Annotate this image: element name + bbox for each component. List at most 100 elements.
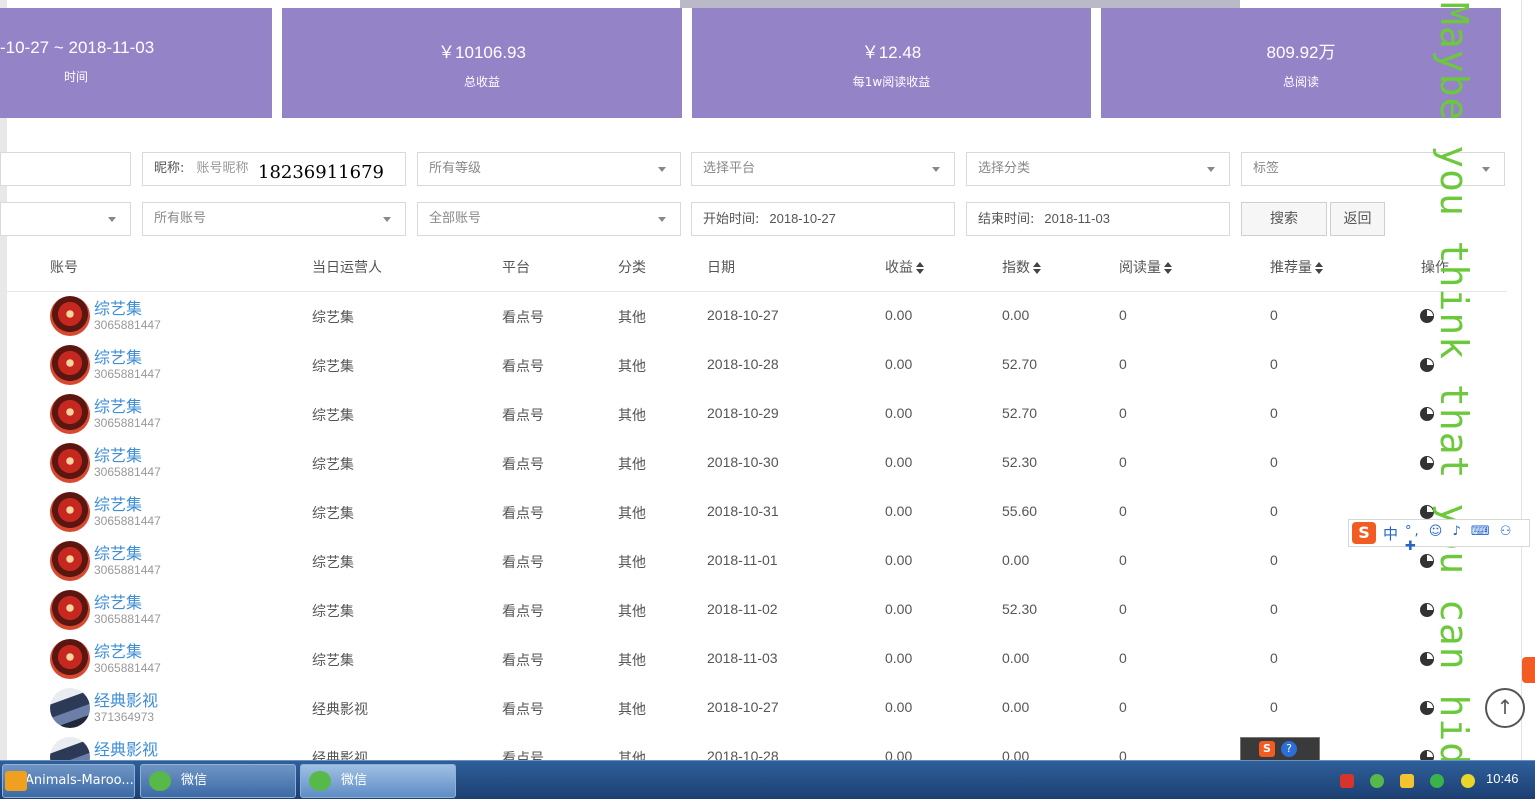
cell-income: 0.00 [885,356,913,372]
wechat-tray-icon[interactable] [1370,773,1385,788]
column-header-platform: 平台 [502,260,530,276]
end-date-value: 2018-11-03 [1044,211,1110,226]
scroll-to-top-button[interactable]: ↑ [1485,688,1525,728]
tag-select-value: 标签 [1253,161,1280,176]
cell-category: 其他 [618,359,646,375]
avatar[interactable] [50,639,90,679]
account-name-link[interactable]: 综艺集 [94,589,142,613]
stat-value: ￥12.48 [861,43,922,62]
account-id: 3065881447 [94,318,161,332]
cell-date: 2018-11-03 [707,650,778,666]
ime-tool-icons[interactable]: °, ☺ ♪ ⌨ ⚇ ✚ [1405,524,1529,554]
column-header-recommend[interactable]: 推荐量 [1270,257,1323,277]
ime-toolbar[interactable]: S 中 °, ☺ ♪ ⌨ ⚇ ✚ [1348,519,1530,554]
account-id-input[interactable] [0,152,131,186]
nickname-typed-text: 18236911679 [258,162,384,183]
system-tray[interactable] [1340,773,1481,788]
account-name-link[interactable]: 综艺集 [94,344,142,368]
group-select[interactable] [0,202,131,236]
taskbar-item-animals[interactable]: Animals-Maroo... [2,764,135,798]
chevron-down-icon [383,217,391,222]
end-date-input[interactable]: 结束时间: 2018-11-03 [966,202,1230,236]
cell-operator: 综艺集 [312,359,354,375]
cell-date: 2018-10-29 [707,405,779,421]
column-header-account: 账号 [50,260,78,276]
cell-platform: 看点号 [502,506,544,522]
mini-ime-bar[interactable]: S ? [1240,737,1320,761]
help-icon[interactable]: ? [1281,741,1297,757]
tray-network-icon[interactable] [1430,773,1445,788]
ime-language-toggle[interactable]: 中 [1383,523,1398,544]
account-name-link[interactable]: 综艺集 [94,638,142,662]
cell-category: 其他 [618,702,646,718]
search-button[interactable]: 搜索 [1241,202,1327,236]
tray-app-icon[interactable] [1340,773,1354,788]
cell-index: 0.00 [1002,650,1030,666]
account-name-link[interactable]: 综艺集 [94,295,142,319]
end-date-label: 结束时间: [978,212,1035,227]
cell-platform: 看点号 [502,457,544,473]
cell-index: 0.00 [1002,307,1030,323]
column-header-income[interactable]: 收益 [885,257,924,277]
avatar[interactable] [50,443,90,483]
sort-icon[interactable] [1315,262,1323,274]
app-icon [5,771,27,791]
tray-security-icon[interactable] [1460,773,1475,788]
cell-recommend: 0 [1270,552,1278,568]
account-id: 3065881447 [94,367,161,381]
stat-value: ￥10106.93 [438,43,526,62]
column-header-reads[interactable]: 阅读量 [1119,257,1172,277]
avatar[interactable] [50,688,90,728]
table-row: 综艺集 3065881447 综艺集 看点号 其他 2018-10-31 0.00 55.60… [0,488,1510,537]
account-scope-select[interactable]: 全部账号 [417,202,681,236]
sogou-small-icon[interactable]: S [1259,741,1275,757]
taskbar-item-label: 微信 [181,773,208,788]
account-name-link[interactable]: 综艺集 [94,540,142,564]
level-select[interactable]: 所有等级 [417,152,681,186]
avatar[interactable] [50,492,90,532]
taskbar-item-wechat[interactable]: 微信 [140,764,296,798]
back-button[interactable]: 返回 [1330,202,1385,236]
sort-icon[interactable] [916,262,924,274]
avatar[interactable] [50,590,90,630]
account-id: 3065881447 [94,563,161,577]
chevron-down-icon [932,167,940,172]
sogou-edge-icon[interactable] [1522,657,1535,683]
taskbar-clock[interactable]: 10:46 [1486,771,1519,786]
cell-date: 2018-11-02 [707,601,778,617]
cell-operator: 综艺集 [312,653,354,669]
account-name-link[interactable]: 经典影视 [94,687,158,711]
tray-utility-icon[interactable] [1400,773,1415,788]
cell-category: 其他 [618,457,646,473]
cell-platform: 看点号 [502,408,544,424]
avatar[interactable] [50,394,90,434]
account-name-link[interactable]: 综艺集 [94,442,142,466]
platform-select[interactable]: 选择平台 [691,152,955,186]
account-name-link[interactable]: 综艺集 [94,491,142,515]
table-row: 综艺集 3065881447 综艺集 看点号 其他 2018-11-01 0.00 0.00 0… [0,537,1510,586]
account-id: 3065881447 [94,612,161,626]
column-header-index[interactable]: 指数 [1002,257,1041,277]
account-id: 3065881447 [94,465,161,479]
taskbar-item-wechat-2[interactable]: 微信 [300,764,456,798]
cell-recommend: 0 [1270,405,1278,421]
cell-operator: 综艺集 [312,408,354,424]
account-select[interactable]: 所有账号 [142,202,406,236]
cell-operator: 综艺集 [312,310,354,326]
cell-category: 其他 [618,555,646,571]
sort-icon[interactable] [1033,262,1041,274]
sogou-logo-icon[interactable]: S [1352,522,1376,544]
cell-index: 55.60 [1002,503,1038,519]
avatar[interactable] [50,296,90,336]
avatar[interactable] [50,541,90,581]
account-name-link[interactable]: 综艺集 [94,393,142,417]
sort-icon[interactable] [1164,262,1172,274]
account-name-link[interactable]: 经典影视 [94,736,158,760]
start-date-input[interactable]: 开始时间: 2018-10-27 [691,202,955,236]
stat-card-time: -10-27 ~ 2018-11-03 时间 [0,8,272,118]
stat-card-income: ￥10106.93 总收益 [282,8,682,118]
column-header-date: 日期 [707,260,735,276]
avatar[interactable] [50,345,90,385]
cell-reads: 0 [1119,601,1127,617]
category-select[interactable]: 选择分类 [966,152,1230,186]
